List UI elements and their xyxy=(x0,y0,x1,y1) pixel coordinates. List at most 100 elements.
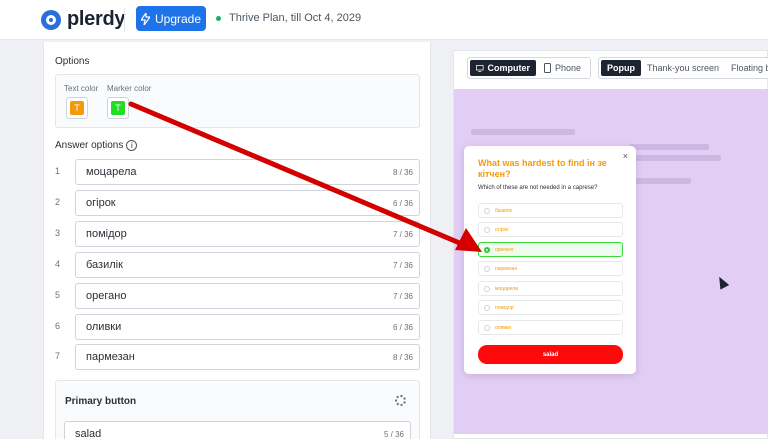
type-popup-label: Popup xyxy=(607,63,635,73)
marker-color-swatch[interactable]: T xyxy=(107,97,129,119)
answer-row: 3 помідор 7 / 36 xyxy=(55,221,420,247)
primary-button-text: salad xyxy=(75,428,102,439)
lightning-icon xyxy=(140,12,150,25)
type-floating-label: Floating b xyxy=(731,63,768,73)
popup-option[interactable]: моцарела xyxy=(478,281,623,296)
device-phone-button[interactable]: Phone xyxy=(538,60,588,76)
placeholder-line xyxy=(629,178,691,184)
answer-input[interactable]: пармезан 8 / 36 xyxy=(75,344,420,370)
text-color-chip: T xyxy=(70,101,84,115)
popup-question: What was hardest to find ін зе кітчен? xyxy=(478,158,607,179)
info-icon[interactable]: i xyxy=(126,140,138,151)
preview-panel: Computer Phone Popup Thank-you screen Fl… xyxy=(453,50,768,439)
popup-option-label: огірок xyxy=(495,227,509,233)
popup-submit-button[interactable]: salad xyxy=(478,345,623,364)
upgrade-button[interactable]: Upgrade xyxy=(136,6,206,31)
placeholder-line xyxy=(629,144,709,150)
answer-row: 5 орегано 7 / 36 xyxy=(55,283,420,309)
answer-char-count: 6 / 36 xyxy=(392,323,413,332)
radio-icon xyxy=(484,286,490,292)
plan-status: Thrive Plan, till Oct 4, 2029 xyxy=(216,12,361,24)
marker-color-label: Marker color xyxy=(107,84,152,93)
answer-input[interactable]: орегано 7 / 36 xyxy=(75,283,420,309)
upgrade-label: Upgrade xyxy=(154,11,202,26)
monitor-icon xyxy=(476,64,484,72)
type-popup-button[interactable]: Popup xyxy=(601,60,641,76)
display-type-switch: Popup Thank-you screen Floating b xyxy=(598,57,768,79)
plerdy-logo[interactable]: plerdy xyxy=(41,8,126,31)
answer-row: 7 пармезан 8 / 36 xyxy=(55,344,420,370)
answer-row: 2 огірок 6 / 36 xyxy=(55,190,420,216)
radio-icon xyxy=(484,305,490,311)
answer-row: 4 базилік 7 / 36 xyxy=(55,252,420,278)
answer-char-count: 8 / 36 xyxy=(392,353,413,362)
answer-number: 2 xyxy=(55,197,61,207)
answer-input[interactable]: огірок 6 / 36 xyxy=(75,190,420,216)
answer-text: оливки xyxy=(86,321,122,333)
placeholder-line xyxy=(471,129,575,135)
logo-icon xyxy=(41,9,61,30)
answer-text: моцарела xyxy=(86,166,137,178)
text-color-swatch[interactable]: T xyxy=(66,97,88,119)
answer-number: 4 xyxy=(55,259,61,269)
answer-text: огірок xyxy=(86,197,116,209)
primary-button-char-count: 5 / 36 xyxy=(383,430,404,439)
answer-input[interactable]: оливки 6 / 36 xyxy=(75,314,420,340)
device-phone-label: Phone xyxy=(555,63,582,73)
popup-option-selected[interactable]: орегано xyxy=(478,242,623,257)
answer-row: 1 моцарела 8 / 36 xyxy=(55,159,420,185)
answer-number: 7 xyxy=(55,351,61,361)
answer-input[interactable]: базилік 7 / 36 xyxy=(75,252,420,278)
device-computer-button[interactable]: Computer xyxy=(470,60,536,76)
type-thankyou-label: Thank-you screen xyxy=(647,63,720,73)
answer-char-count: 8 / 36 xyxy=(392,168,413,177)
answer-number: 6 xyxy=(55,321,61,331)
popup-option-label: помідор xyxy=(495,305,514,311)
answer-input[interactable]: моцарела 8 / 36 xyxy=(75,159,420,185)
answer-char-count: 6 / 36 xyxy=(392,199,413,208)
answer-number: 1 xyxy=(55,166,61,176)
popup-option[interactable]: помідор xyxy=(478,300,623,315)
radio-icon xyxy=(484,325,490,331)
text-color-label: Text color xyxy=(64,84,99,93)
answer-text: базилік xyxy=(86,259,123,271)
answer-text: пармезан xyxy=(86,351,135,363)
radio-icon xyxy=(484,266,490,272)
answer-number: 3 xyxy=(55,228,61,238)
type-floating-button[interactable]: Floating b xyxy=(725,60,768,76)
radio-icon xyxy=(484,227,490,233)
answer-char-count: 7 / 36 xyxy=(392,292,413,301)
radio-icon xyxy=(484,208,490,214)
options-title: Options xyxy=(55,56,90,67)
answer-number: 5 xyxy=(55,290,61,300)
device-computer-label: Computer xyxy=(487,63,531,73)
device-switch: Computer Phone xyxy=(467,57,591,79)
popup-option[interactable]: огірок xyxy=(478,222,623,237)
popup-option-label: пармезан xyxy=(495,266,518,272)
plan-active-dot xyxy=(216,15,221,21)
popup-option-label: оливки xyxy=(495,325,512,331)
topbar-divider xyxy=(124,8,125,32)
primary-button-title: Primary button xyxy=(65,396,137,407)
options-box: Text color Marker color T T xyxy=(55,74,420,128)
popup-option[interactable]: базилік xyxy=(478,203,623,218)
preview-canvas: × What was hardest to find ін зе кітчен?… xyxy=(454,89,768,434)
logo-text: plerdy xyxy=(67,8,126,30)
answer-char-count: 7 / 36 xyxy=(392,230,413,239)
radio-selected-icon xyxy=(484,247,490,253)
answer-input[interactable]: помідор 7 / 36 xyxy=(75,221,420,247)
answer-text: орегано xyxy=(86,290,127,302)
gear-icon[interactable] xyxy=(395,395,406,406)
answer-options-label: Answer options xyxy=(55,140,124,152)
primary-button-input[interactable]: salad 5 / 36 xyxy=(64,421,411,439)
settings-panel: Options Text color Marker color T T Answ… xyxy=(43,42,431,439)
popup-option[interactable]: оливки xyxy=(478,320,623,335)
top-bar: plerdy Upgrade Thrive Plan, till Oct 4, … xyxy=(0,0,768,40)
popup-option-label: базилік xyxy=(495,208,512,214)
popup-subtitle: Which of these are not needed in a capre… xyxy=(478,185,598,191)
type-thankyou-button[interactable]: Thank-you screen xyxy=(641,60,725,76)
popup-option-label: орегано xyxy=(495,247,514,253)
phone-icon xyxy=(544,63,551,73)
popup-option[interactable]: пармезан xyxy=(478,261,623,276)
survey-popup: × What was hardest to find ін зе кітчен?… xyxy=(464,146,636,374)
